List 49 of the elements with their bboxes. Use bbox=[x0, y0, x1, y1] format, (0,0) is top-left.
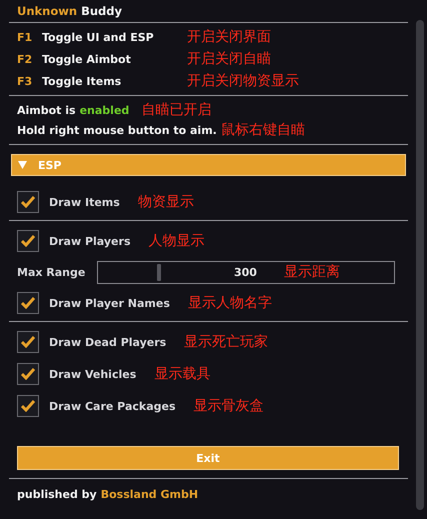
slider-value: 300 bbox=[234, 266, 257, 278]
annotation-text: 人物显示 bbox=[148, 232, 204, 250]
checkbox-label: Draw Items bbox=[49, 196, 120, 208]
checkbox-label: Draw Players bbox=[49, 234, 130, 248]
annotation-text: 显示死亡玩家 bbox=[184, 333, 268, 351]
hint-text: Hold right mouse button to aim. bbox=[17, 124, 217, 136]
annotation-text: 显示距离 bbox=[284, 263, 340, 281]
hotkey-description: Toggle Items bbox=[42, 74, 122, 88]
checkbox[interactable] bbox=[17, 395, 39, 417]
annotation-text: 显示人物名字 bbox=[188, 294, 272, 312]
hotkey-label: F2 bbox=[17, 52, 34, 66]
checkbox[interactable] bbox=[17, 331, 39, 353]
hotkey-description: Toggle Aimbot bbox=[42, 52, 132, 66]
checkmark-icon bbox=[21, 400, 35, 412]
footer-text: published by bbox=[17, 488, 97, 501]
checkmark-icon bbox=[21, 235, 35, 247]
title-text: Buddy bbox=[81, 4, 122, 18]
annotation-text: 显示骨灰盒 bbox=[194, 397, 264, 415]
hotkey-description: Toggle UI and ESP bbox=[42, 30, 155, 44]
checkmark-icon bbox=[21, 336, 35, 348]
annotation-text: 显示载具 bbox=[154, 365, 210, 383]
annotation-text: 开启关闭物资显示 bbox=[187, 72, 299, 90]
status-label: Aimbot is bbox=[17, 104, 76, 116]
scrollbar-thumb[interactable] bbox=[416, 20, 424, 510]
checkmark-icon bbox=[21, 297, 35, 309]
checkbox-label: Draw Vehicles bbox=[49, 368, 136, 380]
range-slider[interactable]: 300 显示距离 bbox=[97, 260, 395, 284]
title-text: Unknown bbox=[17, 4, 78, 18]
checkbox[interactable] bbox=[17, 191, 39, 213]
triangle-icon bbox=[18, 161, 27, 169]
hotkey-label: F3 bbox=[17, 74, 34, 88]
checkbox[interactable] bbox=[17, 292, 39, 314]
annotation-text: 物资显示 bbox=[138, 193, 194, 211]
slider-label: Max Range bbox=[17, 266, 86, 278]
annotation-text: 开启关闭自瞄 bbox=[187, 50, 271, 68]
annotation-text: 鼠标右键自瞄 bbox=[220, 121, 305, 139]
hotkey-label: F1 bbox=[17, 30, 34, 44]
status-value: enabled bbox=[80, 104, 130, 116]
checkbox-label: Draw Dead Players bbox=[49, 336, 166, 348]
publisher-link[interactable]: Bossland GmbH bbox=[100, 488, 198, 501]
annotation-text: 自瞄已开启 bbox=[141, 101, 212, 119]
checkmark-icon bbox=[21, 196, 35, 208]
checkmark-icon bbox=[21, 368, 35, 380]
slider-thumb[interactable] bbox=[157, 264, 162, 280]
checkbox[interactable] bbox=[17, 363, 39, 385]
annotation-text: 开启关闭界面 bbox=[187, 28, 271, 46]
checkbox-label: Draw Player Names bbox=[49, 296, 170, 310]
checkbox-label: Draw Care Packages bbox=[49, 400, 176, 412]
checkbox[interactable] bbox=[17, 230, 39, 252]
